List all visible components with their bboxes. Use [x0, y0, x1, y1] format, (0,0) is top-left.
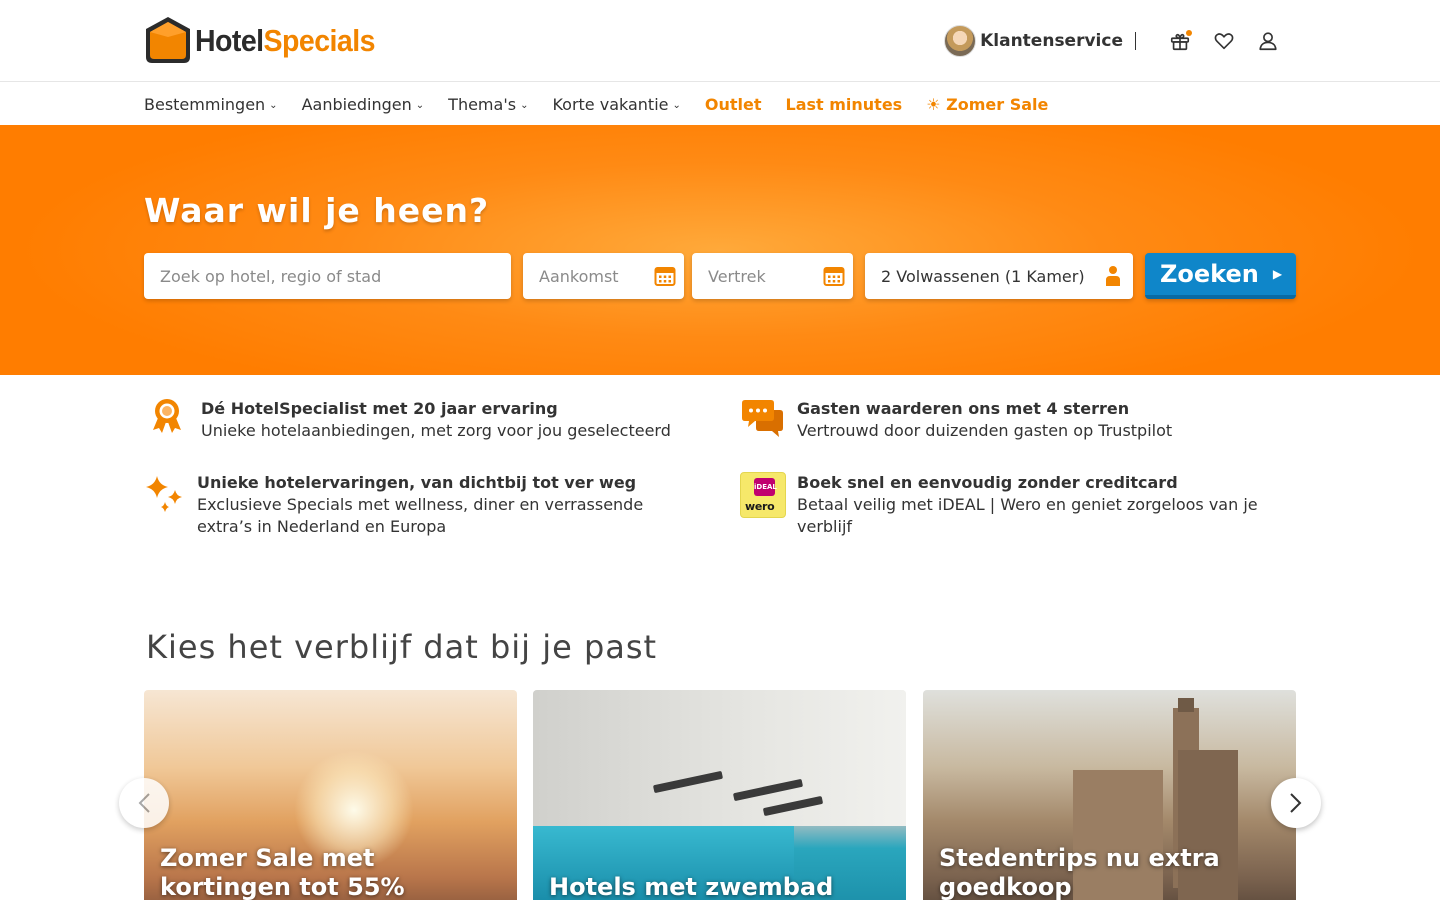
category-card-stedentrips[interactable]: Stedentrips nu extra goedkoop [923, 690, 1296, 900]
notification-dot [1186, 30, 1192, 36]
usp-item: Gasten waarderen ons met 4 sterren Vertr… [740, 398, 1172, 444]
guests-selector[interactable]: 2 Volwassenen (1 Kamer) [865, 253, 1133, 299]
calendar-icon [823, 265, 845, 291]
hero-title: Waar wil je heen? [144, 191, 490, 230]
carousel-next-button[interactable] [1271, 778, 1321, 828]
ideal-wero-icon: iDEAL wero [740, 472, 786, 518]
usp-text: Unieke hotelaanbiedingen, met zorg voor … [201, 421, 671, 440]
ideal-logo-text: iDEAL [754, 478, 777, 496]
nav-item-aanbiedingen[interactable]: Aanbiedingen ⌄ [302, 95, 425, 114]
departure-field[interactable] [692, 253, 853, 299]
nav-item-bestemmingen[interactable]: Bestemmingen ⌄ [144, 95, 278, 114]
nav-item-label: Korte vakantie [552, 94, 669, 114]
usp-item: iDEAL wero Boek snel en eenvoudig zonder… [740, 472, 1300, 538]
header-divider [1135, 32, 1136, 50]
chevron-down-icon: ⌄ [269, 99, 278, 111]
arrival-field[interactable] [523, 253, 684, 299]
gift-icon[interactable] [1168, 29, 1192, 53]
nav-item-label: Bestemmingen [144, 94, 266, 114]
search-field[interactable] [144, 253, 511, 299]
card-image-tower [1178, 698, 1194, 712]
calendar-icon [654, 265, 676, 291]
site-header: HotelSpecials Klantenservice [0, 0, 1440, 82]
customer-service-avatar[interactable] [944, 25, 977, 57]
usp-text: Betaal veilig met iDEAL | Wero en geniet… [797, 495, 1258, 536]
chevron-left-icon [138, 793, 150, 813]
chevron-down-icon: ⌄ [672, 99, 681, 111]
card-title: Hotels met zwembad [549, 873, 834, 900]
nav-item-korte-vakantie[interactable]: Korte vakantie ⌄ [552, 95, 680, 114]
card-image-pool-deck [533, 690, 906, 827]
search-button[interactable]: Zoeken ▶ [1145, 253, 1296, 299]
usp-text: Vertrouwd door duizenden gasten op Trust… [797, 421, 1173, 440]
award-icon [144, 398, 190, 444]
nav-item-label: Last minutes [785, 94, 903, 114]
nav-item-themas[interactable]: Thema's ⌄ [448, 95, 528, 114]
search-input[interactable] [160, 266, 511, 286]
wero-logo-text: wero [745, 500, 775, 513]
usp-text: Exclusieve Specials met wellness, diner … [197, 495, 644, 536]
nav-item-last-minutes[interactable]: Last minutes [786, 95, 903, 114]
nav-item-label: Outlet [704, 94, 762, 114]
nav-item-label: Thema's [448, 94, 517, 114]
caret-right-icon: ▶ [1272, 267, 1283, 281]
user-icon[interactable] [1256, 29, 1280, 53]
usp-title: Unieke hotelervaringen, van dichtbij tot… [197, 473, 637, 492]
usp-title: Boek snel en eenvoudig zonder creditcard [797, 473, 1178, 492]
usp-item: Unieke hotelervaringen, van dichtbij tot… [144, 472, 684, 538]
logo-text-specials: Specials [263, 23, 376, 58]
chat-bubbles-icon [740, 398, 786, 444]
nav-item-outlet[interactable]: Outlet [705, 95, 762, 114]
logo-text-hotel: Hotel [195, 23, 264, 58]
hero-search: Waar wil je heen? Zoek op hotel, regio o… [0, 125, 1440, 375]
carousel-fade [1300, 690, 1440, 900]
card-title: Stedentrips nu extra goedkoop [939, 844, 1220, 900]
chevron-down-icon: ⌄ [520, 99, 529, 111]
usp-title: Dé HotelSpecialist met 20 jaar ervaring [201, 399, 558, 418]
card-title: Zomer Sale met kortingen tot 55% [160, 844, 405, 900]
carousel-prev-button[interactable] [119, 778, 169, 828]
guests-value: 2 Volwassenen (1 Kamer) [881, 266, 1085, 286]
main-nav: Bestemmingen ⌄ Aanbiedingen ⌄ Thema's ⌄ … [0, 83, 1440, 125]
category-card-zwembad[interactable]: Hotels met zwembad [533, 690, 906, 900]
chevron-right-icon [1290, 793, 1302, 813]
section-title: Kies het verblijf dat bij je past [146, 628, 658, 666]
nav-item-label: Aanbiedingen [301, 94, 412, 114]
hotelspecials-logo[interactable]: HotelSpecials [144, 15, 391, 67]
nav-item-label: ☀ Zomer Sale [926, 94, 1049, 114]
chevron-down-icon: ⌄ [415, 99, 425, 111]
customer-service-link[interactable]: Klantenservice [980, 31, 1123, 51]
house-logo-icon [146, 17, 190, 63]
person-icon [1105, 265, 1121, 291]
header-actions: Klantenservice [944, 22, 1280, 60]
search-button-label: Zoeken [1160, 260, 1259, 288]
category-card-zomer-sale[interactable]: Zomer Sale met kortingen tot 55% [144, 690, 517, 900]
usp-item: Dé HotelSpecialist met 20 jaar ervaring … [144, 398, 671, 444]
sparkles-icon [144, 472, 186, 518]
nav-item-zomer-sale[interactable]: ☀ Zomer Sale [926, 95, 1048, 114]
usp-title: Gasten waarderen ons met 4 sterren [797, 399, 1130, 418]
ideal-wero-badge: iDEAL wero [740, 472, 786, 518]
heart-icon[interactable] [1212, 29, 1236, 53]
